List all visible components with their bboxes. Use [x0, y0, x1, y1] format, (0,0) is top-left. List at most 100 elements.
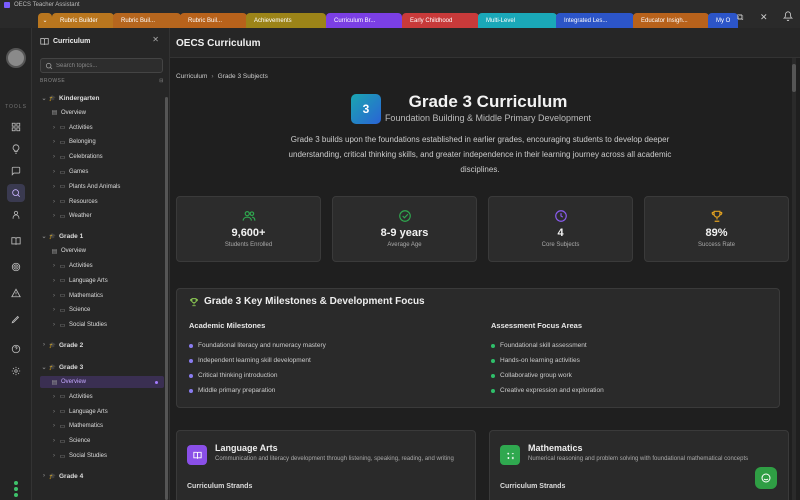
- tree-grade[interactable]: ⌄ 🎓 Kindergarten: [40, 92, 164, 104]
- chevron-right-icon[interactable]: ›: [50, 263, 58, 269]
- book-icon[interactable]: [7, 232, 25, 250]
- strands-heading: Curriculum Strands: [500, 483, 566, 490]
- search-tool-icon[interactable]: [7, 184, 25, 202]
- tree-folder[interactable]: › ▭ Language Arts: [40, 275, 164, 287]
- sidebar-scrollbar[interactable]: [165, 97, 168, 500]
- close-icon[interactable]: ✕: [760, 12, 768, 23]
- tree-folder[interactable]: › ▭ Social Studies: [40, 450, 164, 462]
- chevron-right-icon[interactable]: ›: [50, 438, 58, 444]
- window-restore-icon[interactable]: ⧉: [737, 12, 743, 23]
- tree-grade[interactable]: › 🎓 Grade 4: [40, 470, 164, 482]
- chevron-right-icon[interactable]: ›: [50, 139, 58, 145]
- chevron-right-icon[interactable]: ›: [50, 453, 58, 459]
- bullet-icon: [491, 343, 495, 348]
- tab-10[interactable]: My O: [708, 13, 738, 28]
- chevron-right-icon[interactable]: ›: [50, 213, 58, 219]
- tree-folder[interactable]: › ▭ Science: [40, 304, 164, 316]
- tab-2[interactable]: Rubric Buil...: [113, 13, 181, 28]
- tree-folder[interactable]: › ▭ Activities: [40, 391, 164, 403]
- dashboard-icon[interactable]: [7, 118, 25, 136]
- breadcrumb-root[interactable]: Curriculum: [176, 73, 207, 80]
- milestone-text: Independent learning skill development: [198, 357, 311, 364]
- tree-folder[interactable]: › ▭ Science: [40, 435, 164, 447]
- stat-card: 4 Core Subjects: [488, 196, 633, 262]
- tab-8[interactable]: Integrated Les...: [556, 13, 634, 28]
- chevron-right-icon[interactable]: ›: [40, 342, 48, 348]
- chevron-right-icon[interactable]: ›: [50, 293, 58, 299]
- chevron-down-icon[interactable]: ⌄: [40, 95, 48, 102]
- chevron-right-icon[interactable]: ›: [50, 125, 58, 131]
- tree-folder[interactable]: › ▭ Plants And Animals: [40, 181, 164, 193]
- tab-7[interactable]: Multi-Level: [478, 13, 557, 28]
- chevron-right-icon[interactable]: ›: [50, 394, 58, 400]
- chevron-right-icon[interactable]: ›: [50, 307, 58, 313]
- tree-folder[interactable]: › ▭ Mathematics: [40, 290, 164, 302]
- chevron-right-icon[interactable]: ›: [50, 199, 58, 205]
- warning-icon[interactable]: [7, 284, 25, 302]
- tab-1[interactable]: Rubric Builder: [52, 13, 114, 28]
- tree-overview[interactable]: ▤ Overview: [40, 245, 164, 257]
- tree-grade[interactable]: ⌄ 🎓 Grade 3: [40, 361, 164, 373]
- tree-folder[interactable]: › ▭ Language Arts: [40, 406, 164, 418]
- tree-folder[interactable]: › ▭ Activities: [40, 260, 164, 272]
- chevron-right-icon[interactable]: ›: [50, 169, 58, 175]
- folder-icon: ▭: [59, 169, 66, 176]
- subject-card[interactable]: Mathematics Numerical reasoning and probl…: [489, 430, 789, 500]
- lightbulb-icon[interactable]: [7, 140, 25, 158]
- person-icon[interactable]: [7, 206, 25, 224]
- folder-icon: ▭: [59, 263, 66, 270]
- chevron-right-icon[interactable]: ›: [50, 184, 58, 190]
- tree-folder[interactable]: › ▭ Resources: [40, 196, 164, 208]
- notifications-icon[interactable]: [782, 11, 794, 23]
- tab-6[interactable]: Early Childhood: [402, 13, 479, 28]
- settings-gear-icon[interactable]: [7, 362, 25, 380]
- sidebar-close-icon[interactable]: ✕: [152, 35, 159, 44]
- assistant-icon: [761, 473, 771, 483]
- bullet-icon: [189, 373, 193, 378]
- tab-4[interactable]: Achievements: [246, 13, 326, 28]
- tab-scroll-left-button[interactable]: ⌄: [38, 13, 52, 28]
- tree-folder[interactable]: › ▭ Social Studies: [40, 319, 164, 331]
- chevron-right-icon[interactable]: ›: [40, 473, 48, 479]
- chevron-down-icon[interactable]: ⌄: [40, 364, 48, 371]
- bullet-icon: [491, 373, 495, 378]
- tree-overview[interactable]: ▤ Overview: [40, 107, 164, 119]
- chevron-right-icon[interactable]: ›: [50, 154, 58, 160]
- tree-folder[interactable]: › ▭ Belonging: [40, 136, 164, 148]
- topic-search-field[interactable]: [40, 58, 163, 73]
- chevron-right-icon[interactable]: ›: [50, 409, 58, 415]
- tree-folder[interactable]: › ▭ Weather: [40, 210, 164, 222]
- subject-card[interactable]: Language Arts Communication and literacy …: [176, 430, 476, 500]
- browse-header: BROWSE ⊟: [40, 78, 164, 84]
- tree-overview[interactable]: ▤ Overview: [40, 376, 164, 388]
- target-icon[interactable]: [7, 258, 25, 276]
- tab-3[interactable]: Rubric Buil...: [180, 13, 247, 28]
- sidebar-header: Curriculum: [40, 37, 90, 46]
- chevron-right-icon[interactable]: ›: [50, 278, 58, 284]
- tree-grade[interactable]: ⌄ 🎓 Grade 1: [40, 230, 164, 242]
- chevron-right-icon[interactable]: ›: [50, 322, 58, 328]
- pen-icon[interactable]: [7, 310, 25, 328]
- tree-folder[interactable]: › ▭ Activities: [40, 122, 164, 134]
- assistant-button[interactable]: [755, 467, 777, 489]
- avatar[interactable]: [6, 48, 26, 68]
- tree-label: Activities: [69, 393, 93, 400]
- chat-icon[interactable]: [7, 162, 25, 180]
- tree-folder[interactable]: › ▭ Games: [40, 166, 164, 178]
- hero-description: Grade 3 builds upon the foundations esta…: [288, 135, 672, 174]
- tree-folder[interactable]: › ▭ Mathematics: [40, 420, 164, 432]
- collapse-all-icon[interactable]: ⊟: [159, 78, 164, 84]
- chevron-down-icon[interactable]: ⌄: [40, 233, 48, 240]
- tab-5[interactable]: Curriculum Br...: [326, 13, 402, 28]
- selected-dot: [155, 381, 158, 384]
- chevron-right-icon[interactable]: ›: [50, 423, 58, 429]
- folder-icon: ▭: [59, 409, 66, 416]
- tab-9[interactable]: Educator Insigh...: [633, 13, 709, 28]
- milestone-text: Collaborative group work: [500, 372, 572, 379]
- strands-heading: Curriculum Strands: [187, 483, 253, 490]
- tree-folder[interactable]: › ▭ Celebrations: [40, 151, 164, 163]
- search-input[interactable]: [56, 62, 162, 69]
- main-scrollbar[interactable]: [792, 58, 796, 500]
- help-icon[interactable]: [7, 340, 25, 358]
- tree-grade[interactable]: › 🎓 Grade 2: [40, 339, 164, 351]
